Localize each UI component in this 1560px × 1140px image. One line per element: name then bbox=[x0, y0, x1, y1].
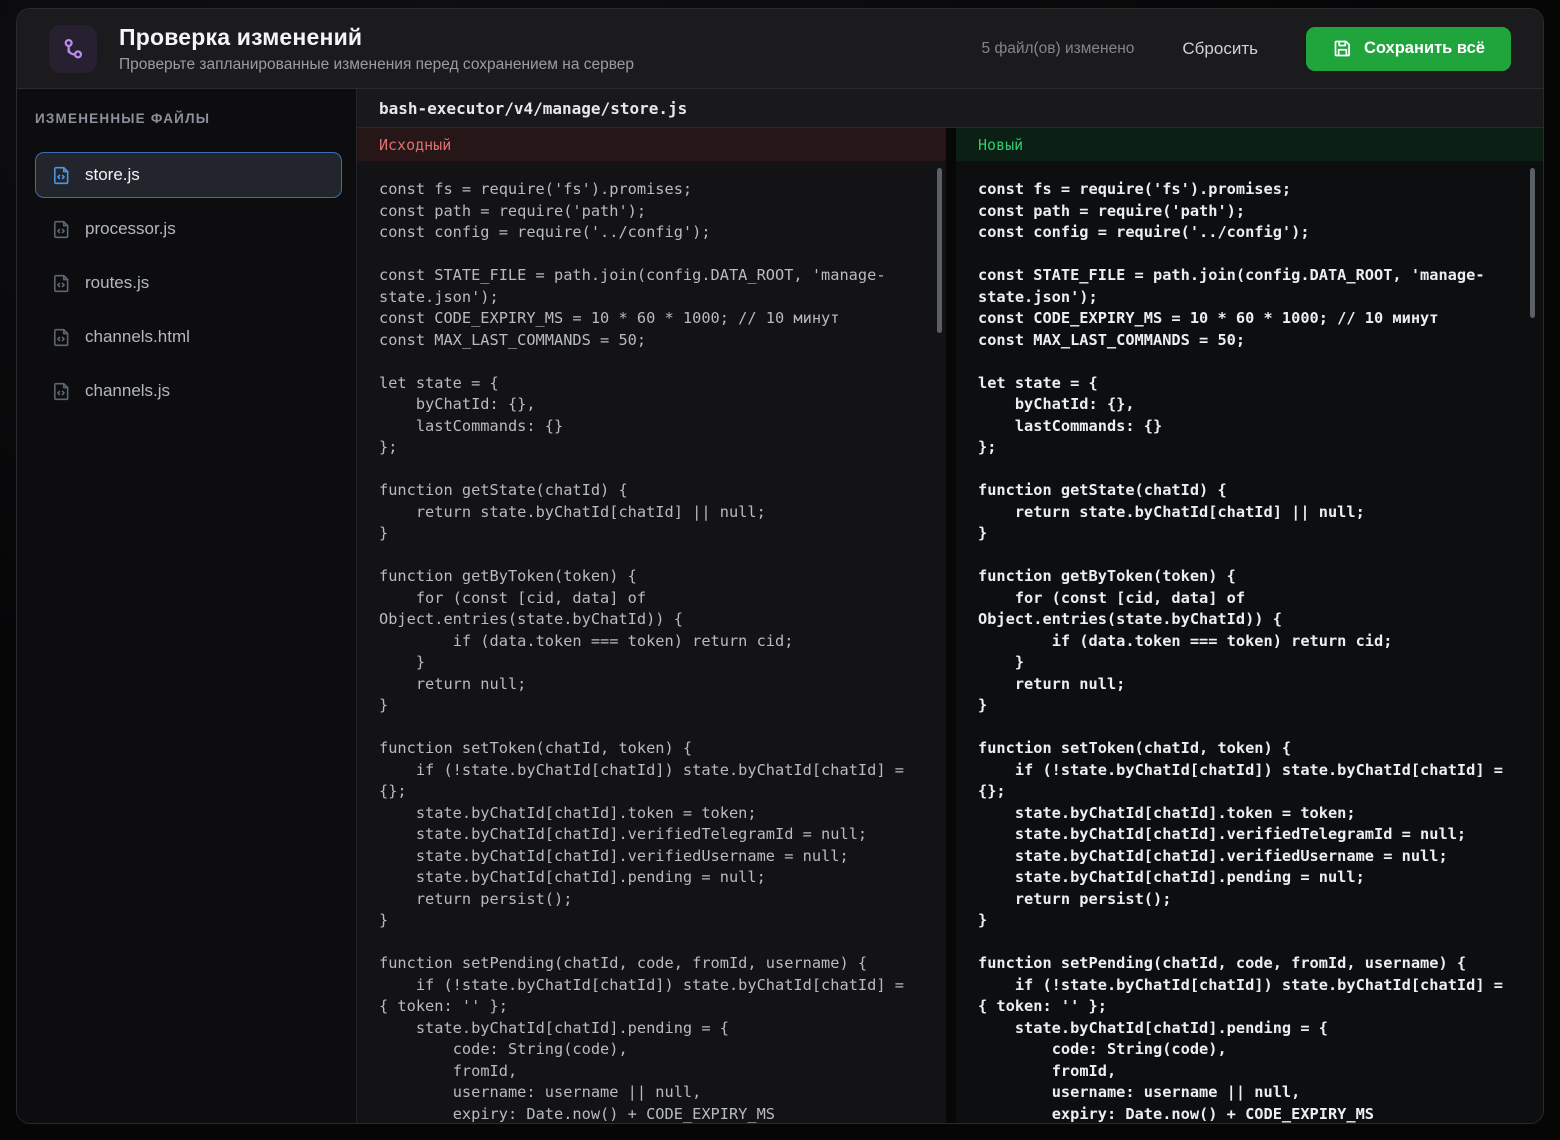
git-branch-icon bbox=[60, 36, 86, 62]
sidebar-item-routes-js[interactable]: routes.js bbox=[35, 260, 342, 306]
app-badge bbox=[49, 24, 97, 73]
new-column-header: Новый bbox=[956, 128, 1543, 161]
column-divider bbox=[946, 161, 956, 1123]
new-code-pane[interactable]: const fs = require('fs').promises; const… bbox=[956, 161, 1543, 1123]
page-title: Проверка изменений bbox=[119, 23, 363, 50]
file-code-icon bbox=[52, 328, 71, 347]
file-name: store.js bbox=[85, 165, 140, 184]
header: Проверка изменений Проверьте запланирова… bbox=[17, 9, 1543, 89]
save-all-label: Сохранить всё bbox=[1363, 39, 1485, 57]
file-code-icon bbox=[52, 382, 71, 401]
original-code: const fs = require('fs').promises; const… bbox=[379, 180, 904, 1123]
file-code-icon bbox=[52, 274, 71, 293]
new-code: const fs = require('fs').promises; const… bbox=[978, 180, 1503, 1123]
column-divider bbox=[946, 128, 956, 161]
original-code-pane[interactable]: const fs = require('fs').promises; const… bbox=[357, 161, 946, 1123]
changed-files-sidebar: ИЗМЕНЕННЫЕ ФАЙЛЫ store.js processor.js r… bbox=[17, 89, 357, 1123]
sidebar-item-channels-js[interactable]: channels.js bbox=[35, 368, 342, 414]
file-name: channels.js bbox=[85, 381, 171, 400]
file-name: processor.js bbox=[85, 219, 176, 238]
changes-review-window: Проверка изменений Проверьте запланирова… bbox=[16, 8, 1544, 1124]
file-code-icon bbox=[52, 220, 71, 239]
original-scrollbar-thumb[interactable] bbox=[937, 168, 942, 333]
sidebar-item-processor-js[interactable]: processor.js bbox=[35, 206, 342, 252]
sidebar-title: ИЗМЕНЕННЫЕ ФАЙЛЫ bbox=[35, 111, 211, 126]
sidebar-item-channels-html[interactable]: channels.html bbox=[35, 314, 342, 360]
file-path-bar: bash-executor/v4/manage/store.js bbox=[357, 89, 1543, 128]
new-scrollbar-thumb[interactable] bbox=[1530, 168, 1535, 318]
file-name: routes.js bbox=[85, 273, 150, 292]
files-changed-count: 5 файл(ов) изменено bbox=[981, 39, 1135, 57]
floppy-disk-icon bbox=[1332, 38, 1353, 59]
file-name: channels.html bbox=[85, 327, 190, 346]
reset-button[interactable]: Сбросить bbox=[1182, 39, 1258, 59]
diff-area: bash-executor/v4/manage/store.js Исходны… bbox=[357, 89, 1543, 1123]
sidebar-item-store-js[interactable]: store.js bbox=[35, 152, 342, 198]
file-code-icon bbox=[52, 166, 71, 185]
save-all-button[interactable]: Сохранить всё bbox=[1305, 26, 1511, 71]
page-subtitle: Проверьте запланированные изменения пере… bbox=[119, 55, 635, 73]
original-column-header: Исходный bbox=[357, 128, 946, 161]
